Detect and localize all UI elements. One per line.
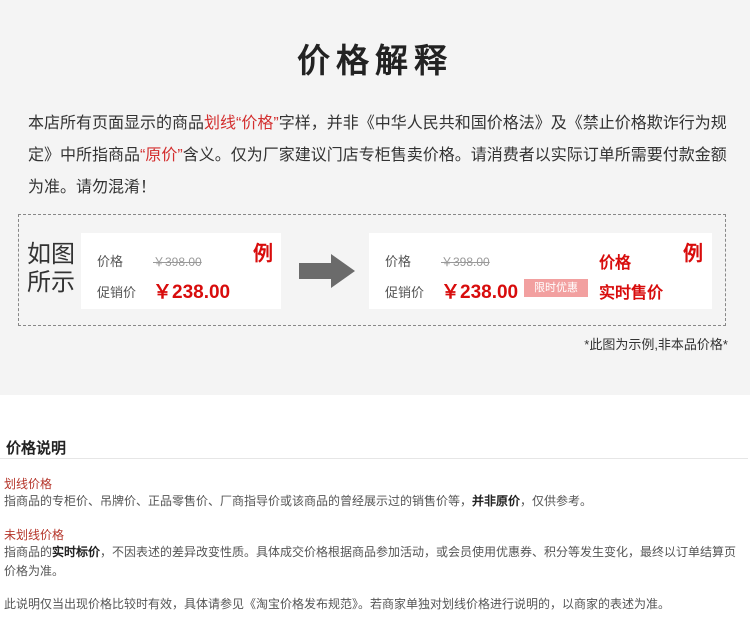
page-title: 价格解释: [297, 42, 453, 79]
price-label: 价格: [385, 254, 412, 269]
limited-offer-badge: 限时优惠: [524, 279, 588, 297]
desc1-text-a: 指商品的专柜价、吊牌价、正品零售价、厂商指导价或该商品的曾经展示过的销售价等，: [4, 494, 473, 508]
intro-highlight-original-price: “原价”: [140, 147, 183, 164]
promo-price: ￥238.00: [153, 282, 231, 303]
promo-price-label: 促销价: [385, 285, 425, 300]
intro-paragraph: 本店所有页面显示的商品划线“价格”字样，并非《中华人民共和国价格法》及《禁止价格…: [28, 108, 728, 204]
unstruck-price-description: 指商品的实时标价，不因表述的差异改变性质。具体成交价格根据商品参加活动，或会员使…: [4, 543, 744, 581]
disclaimer-text: 此说明仅当出现价格比较时有效，具体请参见《淘宝价格发布规范》。若商家单独对划线价…: [4, 597, 671, 611]
price-explanation-title: 价格说明: [6, 440, 67, 457]
strikethrough-price-description: 指商品的专柜价、吊牌价、正品零售价、厂商指导价或该商品的曾经展示过的销售价等，并…: [4, 492, 744, 511]
desc2-text-c: ，不因表述的差异改变性质。具体成交价格根据商品参加活动，或会员使用优惠券、积分等…: [4, 545, 737, 578]
strikethrough-price-term: 划线价格: [4, 477, 53, 491]
section-divider: [0, 458, 748, 459]
promo-price: ￥238.00: [441, 282, 519, 303]
strikethrough-price: ￥398.00: [441, 255, 490, 269]
unstruck-price-term: 未划线价格: [4, 528, 65, 542]
side-price-label: 价格: [599, 255, 632, 272]
example-card-before: 价格 ￥398.00 例 促销价 ￥238.00: [81, 233, 281, 309]
right-arrow-icon: [299, 254, 355, 288]
desc1-text-c: ，仅供参考。: [520, 494, 593, 508]
price-explanation-panel: 价格解释 本店所有页面显示的商品划线“价格”字样，并非《中华人民共和国价格法》及…: [0, 0, 750, 395]
intro-highlight-strikethrough: 划线: [204, 115, 237, 132]
example-tag: 例: [683, 243, 703, 265]
example-note: *此图为示例,非本品价格*: [584, 337, 728, 352]
desc2-text-a: 指商品的: [4, 545, 53, 559]
promo-price-label: 促销价: [97, 285, 137, 300]
intro-text-1: 本店所有页面显示的商品: [28, 115, 205, 132]
strikethrough-price: ￥398.00: [153, 255, 202, 269]
desc2-emphasis: 实时标价: [52, 545, 101, 559]
example-label: 如图 所示: [27, 241, 77, 297]
example-label-line2: 所示: [27, 269, 75, 296]
example-tag: 例: [253, 243, 273, 265]
example-label-line1: 如图: [27, 241, 75, 268]
desc1-emphasis: 并非原价: [472, 494, 521, 508]
example-box: 如图 所示 价格 ￥398.00 例 促销价 ￥238.00 价格 ￥398.0…: [18, 214, 726, 326]
intro-highlight-price: “价格”: [236, 115, 279, 132]
example-card-after: 价格 ￥398.00 价格 例 促销价 ￥238.00 限时优惠 实时售价: [369, 233, 712, 309]
price-label: 价格: [97, 254, 124, 269]
actual-price-label: 实时售价: [599, 285, 664, 302]
